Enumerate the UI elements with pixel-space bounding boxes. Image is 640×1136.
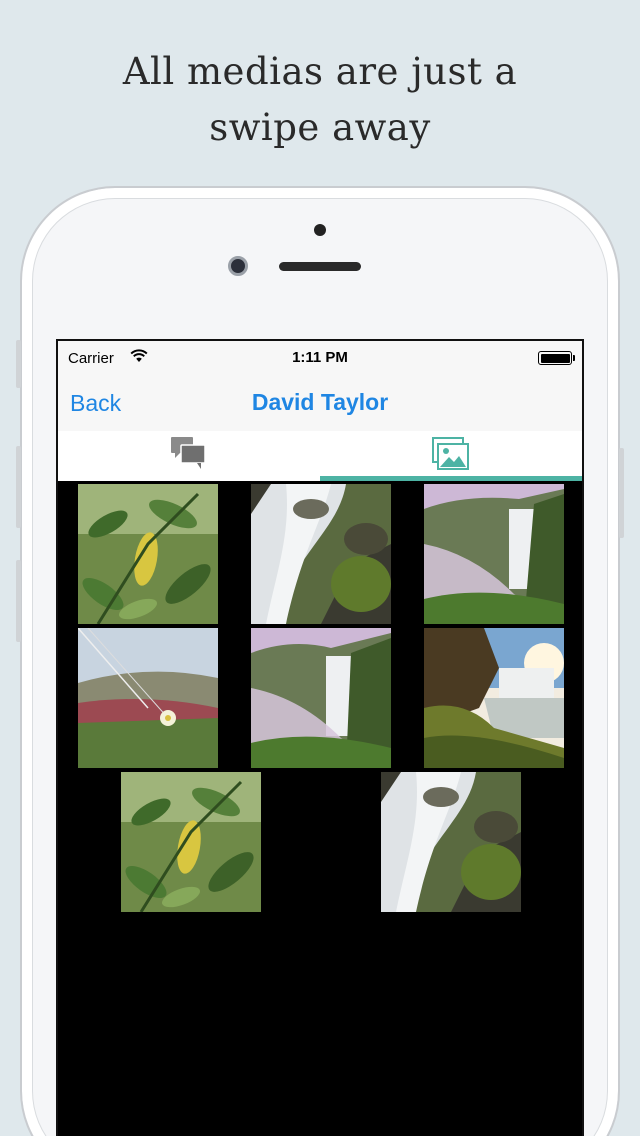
navigation-bar: Back David Taylor (58, 377, 582, 431)
conversation-title: David Taylor (251, 389, 389, 415)
media-thumbnail[interactable] (78, 484, 218, 624)
waterfall-misty-cliff-image (251, 628, 391, 768)
media-thumbnail[interactable] (251, 484, 391, 624)
leaves-image (78, 484, 218, 624)
status-bar: Carrier 1:11 PM (58, 341, 582, 377)
volume-down-button (16, 560, 21, 642)
waterfall-closeup-image (251, 484, 391, 624)
earpiece-speaker (279, 262, 361, 271)
media-tabs (58, 431, 582, 481)
front-camera (228, 256, 248, 276)
waterfall-sunset-image (424, 628, 564, 768)
media-thumbnail[interactable] (424, 628, 564, 768)
chat-bubbles-icon (171, 436, 207, 476)
media-thumbnail[interactable] (424, 484, 564, 624)
media-thumbnail[interactable] (381, 772, 521, 912)
media-thumbnail[interactable] (78, 628, 218, 768)
power-button (619, 448, 624, 538)
battery-icon (538, 351, 575, 365)
back-button[interactable]: Back (70, 390, 121, 417)
media-thumbnail[interactable] (121, 772, 261, 912)
phone-screen: Carrier 1:11 PM Back David Taylor (56, 339, 584, 1136)
grass-flower-image (78, 628, 218, 768)
media-thumbnail[interactable] (251, 628, 391, 768)
status-time: 1:11 PM (292, 349, 348, 366)
waterfall-misty-cliff-image (424, 484, 564, 624)
tab-messages[interactable] (58, 431, 320, 481)
headline: All medias are just a swipe away (122, 50, 518, 149)
leaves-image (121, 772, 261, 912)
images-icon (432, 436, 470, 476)
mute-switch (16, 340, 21, 388)
volume-up-button (16, 446, 21, 528)
tab-media[interactable] (320, 431, 582, 481)
waterfall-closeup-image (381, 772, 521, 912)
proximity-sensor (314, 224, 326, 236)
